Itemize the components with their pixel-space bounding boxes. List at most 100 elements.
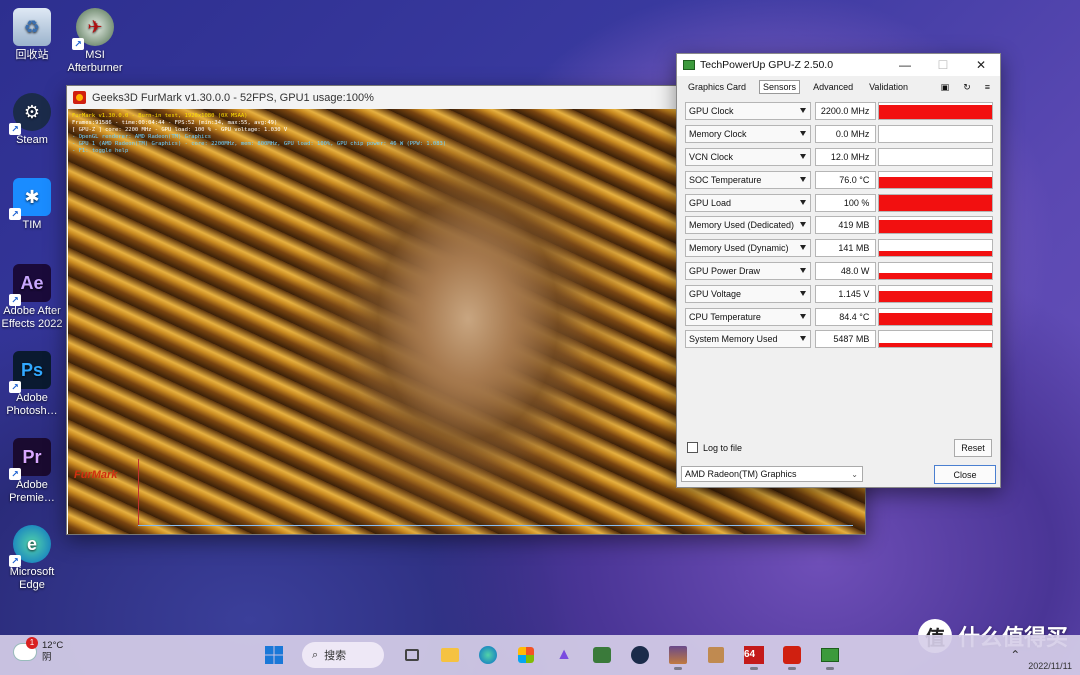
tab-graphics-card[interactable]: Graphics Card bbox=[685, 81, 749, 93]
sensor-name-dropdown[interactable]: GPU Power Draw bbox=[685, 261, 811, 280]
log-to-file-checkbox[interactable] bbox=[687, 442, 698, 453]
sensor-graph-fill bbox=[879, 342, 992, 348]
sensor-name: Memory Clock bbox=[689, 129, 747, 140]
desktop-icon-edge[interactable]: e ↗ Microsoft Edge bbox=[0, 525, 67, 592]
sensor-value: 76.0 °C bbox=[814, 170, 877, 189]
package-app-button[interactable] bbox=[700, 639, 732, 671]
sensor-value: 1.145 V bbox=[814, 284, 877, 303]
sensor-graph-fill bbox=[879, 290, 992, 302]
sensor-value: 0.0 MHz bbox=[814, 125, 877, 144]
furmark-taskbar-button[interactable] bbox=[776, 639, 808, 671]
desktop-icon-label: Adobe Premie… bbox=[9, 479, 55, 504]
sensor-name: System Memory Used bbox=[689, 334, 778, 345]
after-effects-icon: Ae ↗ bbox=[9, 264, 51, 306]
sensor-row: GPU Voltage 1.145 V bbox=[685, 282, 993, 305]
sensor-list: GPU Clock 2200.0 MHz Memory Clock 0.0 MHz VC… bbox=[685, 100, 993, 351]
clock[interactable]: 2022/11/11 bbox=[1028, 638, 1072, 672]
refresh-icon[interactable]: ↻ bbox=[963, 82, 971, 93]
desktop-icon-label: Adobe After Effects 2022 bbox=[1, 305, 63, 330]
sensor-name: GPU Load bbox=[689, 197, 732, 208]
dropdown-arrow-icon bbox=[799, 313, 806, 319]
camera-icon[interactable]: ▣ bbox=[941, 82, 950, 93]
sensor-row: Memory Used (Dedicated) 419 MB bbox=[685, 214, 993, 237]
tab-advanced[interactable]: Advanced bbox=[810, 81, 856, 93]
desktop-icon-msi-afterburner[interactable]: ✈ ↗ MSI Afterburner bbox=[60, 8, 130, 75]
sensor-graph bbox=[878, 125, 993, 144]
sensor-name-dropdown[interactable]: SOC Temperature bbox=[685, 170, 811, 189]
sensor-value: 12.0 MHz bbox=[814, 147, 877, 166]
furmark-logo: FurMark bbox=[74, 469, 118, 481]
steam-icon: ⚙ ↗ bbox=[9, 93, 51, 135]
app-button[interactable]: ▲ bbox=[548, 639, 580, 671]
sensor-name: SOC Temperature bbox=[689, 174, 762, 185]
search-label: 搜索 bbox=[324, 650, 347, 662]
maximize-button[interactable]: ☐ bbox=[924, 58, 962, 72]
file-explorer-button[interactable] bbox=[434, 639, 466, 671]
gpuz-taskbar-button[interactable] bbox=[814, 639, 846, 671]
clock-date: 2022/11/11 bbox=[1028, 661, 1072, 671]
sensor-graph bbox=[878, 170, 993, 189]
steam-taskbar-button[interactable] bbox=[624, 639, 656, 671]
package-icon bbox=[708, 647, 724, 663]
sensor-name-dropdown[interactable]: GPU Load bbox=[685, 193, 811, 212]
desktop-icon-tim[interactable]: ✱ ↗ TIM bbox=[0, 178, 67, 232]
weather-condition: 阴 bbox=[42, 652, 52, 663]
search-icon: ⌕ bbox=[312, 648, 319, 661]
recycle-bin-icon: ♻ bbox=[13, 8, 51, 46]
desktop-icon-premiere[interactable]: Pr ↗ Adobe Premie… bbox=[0, 438, 67, 505]
store-icon bbox=[518, 647, 534, 663]
sensor-name-dropdown[interactable]: System Memory Used bbox=[685, 330, 811, 349]
sensor-graph bbox=[878, 284, 993, 303]
steam-icon bbox=[631, 646, 649, 664]
desktop-icon-label: TIM bbox=[22, 219, 42, 231]
taskbar-search[interactable]: ⌕ 搜索 bbox=[302, 642, 384, 668]
store-button[interactable] bbox=[510, 639, 542, 671]
sensor-name-dropdown[interactable]: GPU Voltage bbox=[685, 284, 811, 303]
aida64-button[interactable]: 64 bbox=[738, 639, 770, 671]
sensor-name: GPU Clock bbox=[689, 106, 734, 117]
gpuz-icon bbox=[821, 648, 839, 662]
menu-icon[interactable]: ≡ bbox=[985, 82, 990, 93]
premiere-icon: Pr ↗ bbox=[9, 438, 51, 480]
sensor-name-dropdown[interactable]: GPU Clock bbox=[685, 102, 811, 121]
close-window-button[interactable]: ✕ bbox=[962, 58, 1000, 72]
close-button[interactable]: Close bbox=[934, 465, 996, 484]
furmark-app-icon bbox=[73, 91, 86, 104]
sensor-graph bbox=[878, 102, 993, 121]
gpuz-titlebar[interactable]: TechPowerUp GPU-Z 2.50.0 — ☐ ✕ bbox=[677, 54, 1000, 76]
chevron-up-icon[interactable]: ⌃ bbox=[1010, 648, 1020, 662]
minimize-button[interactable]: — bbox=[886, 58, 924, 72]
sensor-name-dropdown[interactable]: Memory Clock bbox=[685, 125, 811, 144]
overlay-line: - GPU 1 (AMD Radeon(TM) Graphics) - core… bbox=[72, 141, 447, 147]
desktop-icon-photoshop[interactable]: Ps ↗ Adobe Photosh… bbox=[0, 351, 67, 418]
aida64-icon: 64 bbox=[744, 646, 764, 664]
reset-button[interactable]: Reset bbox=[954, 439, 992, 457]
gpu-select-dropdown[interactable]: AMD Radeon(TM) Graphics ⌄ bbox=[681, 466, 863, 482]
sensor-name-dropdown[interactable]: Memory Used (Dedicated) bbox=[685, 216, 811, 235]
edge-taskbar-button[interactable] bbox=[472, 639, 504, 671]
start-button[interactable] bbox=[258, 639, 290, 671]
sensor-name-dropdown[interactable]: Memory Used (Dynamic) bbox=[685, 239, 811, 258]
sensor-name-dropdown[interactable]: CPU Temperature bbox=[685, 307, 811, 326]
sensor-graph-fill bbox=[879, 105, 992, 120]
weather-widget[interactable]: 1 12°C 阴 bbox=[14, 637, 63, 664]
shortcut-arrow-icon: ↗ bbox=[9, 381, 21, 393]
desktop-icon-label: Adobe Photosh… bbox=[6, 392, 58, 417]
sensor-graph bbox=[878, 147, 993, 166]
desktop-icon-steam[interactable]: ⚙ ↗ Steam bbox=[0, 93, 67, 147]
photo-app-button[interactable] bbox=[662, 639, 694, 671]
desktop-icon-after-effects[interactable]: Ae ↗ Adobe After Effects 2022 bbox=[0, 264, 67, 331]
sensor-value: 48.0 W bbox=[814, 261, 877, 280]
chevron-down-icon: ⌄ bbox=[851, 469, 858, 479]
layers-app-button[interactable] bbox=[586, 639, 618, 671]
sensor-row: Memory Used (Dynamic) 141 MB bbox=[685, 237, 993, 260]
gpuz-title: TechPowerUp GPU-Z 2.50.0 bbox=[700, 59, 834, 71]
log-to-file-option[interactable]: Log to file bbox=[687, 442, 742, 453]
tab-sensors[interactable]: Sensors bbox=[759, 80, 801, 94]
desktop-icon-recycle-bin[interactable]: ♻ 回收站 bbox=[0, 8, 67, 62]
dropdown-arrow-icon bbox=[799, 290, 806, 296]
sensor-name-dropdown[interactable]: VCN Clock bbox=[685, 147, 811, 166]
gpuz-window[interactable]: TechPowerUp GPU-Z 2.50.0 — ☐ ✕ Graphics … bbox=[676, 53, 1001, 488]
task-view-button[interactable] bbox=[396, 639, 428, 671]
tab-validation[interactable]: Validation bbox=[866, 81, 911, 93]
